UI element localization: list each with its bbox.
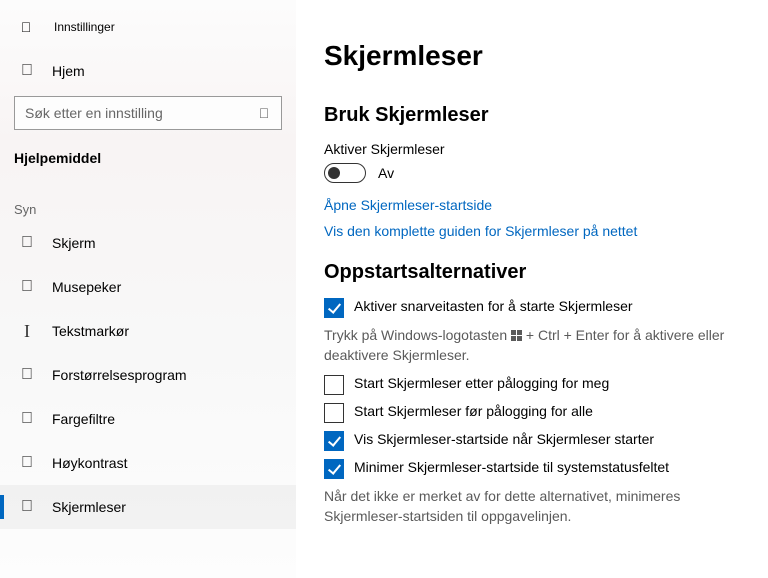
sidebar-item-label: Skjerm bbox=[52, 235, 96, 251]
sidebar-item-home[interactable]:  Hjem bbox=[0, 52, 296, 90]
section-use-narrator: Bruk Skjermleser bbox=[324, 104, 740, 127]
back-button[interactable]:  bbox=[12, 13, 40, 41]
main-content: Skjermleser Bruk Skjermleser Aktiver Skj… bbox=[296, 0, 768, 578]
sidebar-item-text-cursor[interactable]: I Tekstmarkør bbox=[0, 309, 296, 353]
search-field[interactable] bbox=[25, 105, 255, 121]
checkbox-shortcut-start[interactable] bbox=[324, 298, 344, 318]
checkbox-start-before-signin[interactable] bbox=[324, 403, 344, 423]
checkbox-label: Start Skjermleser før pålogging for alle bbox=[354, 403, 593, 419]
checkbox-start-after-signin[interactable] bbox=[324, 375, 344, 395]
checkbox-label: Minimer Skjermleser-startside til system… bbox=[354, 459, 669, 475]
hint-shortcut: Trykk på Windows-logotasten + Ctrl + Ent… bbox=[324, 326, 740, 365]
sidebar-item-label: Fargefiltre bbox=[52, 411, 115, 427]
sidebar-item-label: Skjermleser bbox=[52, 499, 126, 515]
sidebar-group-title: Hjelpemiddel bbox=[0, 130, 296, 172]
sidebar-subgroup-title: Syn bbox=[0, 172, 296, 221]
search-icon:  bbox=[255, 104, 273, 122]
search-input[interactable]:  bbox=[14, 96, 282, 130]
narrator-icon:  bbox=[18, 498, 36, 516]
checkbox-label: Aktiver snarveitasten for å starte Skjer… bbox=[354, 298, 633, 314]
checkbox-label: Vis Skjermleser-startside når Skjermlese… bbox=[354, 431, 654, 447]
hint-minimize: Når det ikke er merket av for dette alte… bbox=[324, 487, 740, 526]
magnifier-icon:  bbox=[18, 366, 36, 384]
sidebar:  Innstillinger  Hjem  Hjelpemiddel Sy… bbox=[0, 0, 296, 578]
sidebar-item-high-contrast[interactable]:  Høykontrast bbox=[0, 441, 296, 485]
toggle-label: Aktiver Skjermleser bbox=[324, 141, 740, 157]
cursor-icon:  bbox=[18, 278, 36, 296]
toggle-state: Av bbox=[378, 165, 394, 181]
checkbox-label: Start Skjermleser etter pålogging for me… bbox=[354, 375, 609, 391]
sidebar-item-label: Tekstmarkør bbox=[52, 323, 129, 339]
app-title: Innstillinger bbox=[54, 20, 115, 34]
sidebar-item-narrator[interactable]:  Skjermleser bbox=[0, 485, 296, 529]
home-icon:  bbox=[18, 62, 36, 80]
sidebar-item-magnifier[interactable]:  Forstørrelsesprogram bbox=[0, 353, 296, 397]
color-filter-icon:  bbox=[18, 410, 36, 428]
sidebar-item-display[interactable]:  Skjerm bbox=[0, 221, 296, 265]
contrast-icon:  bbox=[18, 454, 36, 472]
monitor-icon:  bbox=[18, 234, 36, 252]
text-cursor-icon: I bbox=[18, 322, 36, 340]
link-narrator-guide-online[interactable]: Vis den komplette guiden for Skjermleser… bbox=[324, 223, 740, 239]
checkbox-minimize-to-tray[interactable] bbox=[324, 459, 344, 479]
sidebar-item-label: Høykontrast bbox=[52, 455, 127, 471]
sidebar-item-label: Musepeker bbox=[52, 279, 121, 295]
checkbox-show-narrator-home[interactable] bbox=[324, 431, 344, 451]
windows-logo-icon bbox=[511, 330, 522, 341]
sidebar-item-color-filters[interactable]:  Fargefiltre bbox=[0, 397, 296, 441]
section-startup-options: Oppstartsalternativer bbox=[324, 261, 740, 284]
link-open-narrator-home[interactable]: Åpne Skjermleser-startside bbox=[324, 197, 740, 213]
page-title: Skjermleser bbox=[324, 40, 740, 72]
sidebar-item-label: Forstørrelsesprogram bbox=[52, 367, 187, 383]
sidebar-item-label: Hjem bbox=[52, 63, 85, 79]
sidebar-item-mouse-pointer[interactable]:  Musepeker bbox=[0, 265, 296, 309]
search-container:  bbox=[0, 90, 296, 130]
narrator-toggle[interactable] bbox=[324, 163, 366, 183]
titlebar:  Innstillinger bbox=[0, 14, 296, 40]
